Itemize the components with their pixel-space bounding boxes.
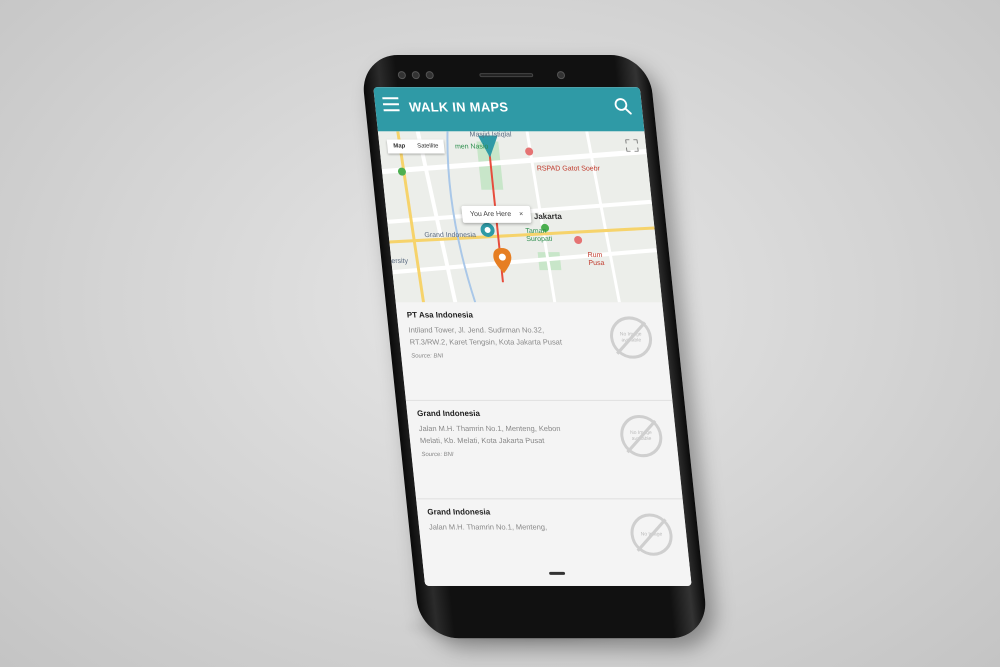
map-label-masjid: Masjid Istiqlal xyxy=(469,131,512,139)
front-camera xyxy=(556,71,566,80)
phone-screen: WALK IN MAPS Map Satellite Masjid Istiql… xyxy=(373,87,692,586)
fullscreen-icon[interactable] xyxy=(625,139,639,152)
sensor-dot xyxy=(411,71,421,80)
list-item[interactable]: PT Asa Indonesia Intiland Tower, Jl. Jen… xyxy=(395,302,673,401)
no-image-icon: No Image xyxy=(628,513,675,556)
home-button[interactable] xyxy=(548,571,566,575)
place-name: Grand Indonesia xyxy=(416,408,481,418)
bubble-text: You Are Here xyxy=(469,210,512,218)
sensor-dot xyxy=(425,71,435,80)
earpiece-speaker xyxy=(479,73,534,78)
places-list[interactable]: PT Asa Indonesia Intiland Tower, Jl. Jen… xyxy=(395,302,692,586)
app-bar: WALK IN MAPS xyxy=(373,87,645,132)
map-label-grand-indonesia: Grand Indonesia xyxy=(424,231,477,240)
place-name: Grand Indonesia xyxy=(426,507,491,517)
map-type-toggle: Map Satellite xyxy=(386,139,446,154)
tab-satellite[interactable]: Satellite xyxy=(411,139,446,153)
map-label-pusat: Pusa xyxy=(588,260,605,268)
no-image-icon: No Image available xyxy=(618,414,665,458)
map-label-suropati: Suropati xyxy=(526,235,553,244)
map-label-taman: Taman xyxy=(525,227,547,235)
map-view[interactable]: Map Satellite Masjid Istiqlal men Nasio … xyxy=(377,131,663,303)
place-address: Jalan M.H. Thamrin No.1, Menteng, Kebon … xyxy=(418,424,561,446)
map-label-rspad: RSPAD Gatot Soebr xyxy=(536,165,601,173)
tab-map[interactable]: Map xyxy=(387,139,412,153)
app-title: WALK IN MAPS xyxy=(408,99,510,115)
place-name: PT Asa Indonesia xyxy=(406,310,474,320)
place-address: Intiland Tower, Jl. Jend. Sudirman No.32… xyxy=(408,325,563,347)
top-bezel xyxy=(361,63,652,87)
list-item[interactable]: Grand Indonesia Jalan M.H. Thamrin No.1,… xyxy=(405,400,683,500)
system-nav-bar xyxy=(422,561,692,586)
map-label-nasional: men Nasio xyxy=(454,143,489,151)
no-image-icon: No Image available xyxy=(607,316,655,359)
map-label-rumah: Rum xyxy=(587,252,603,260)
phone-frame: WALK IN MAPS Map Satellite Masjid Istiql… xyxy=(360,55,710,639)
map-label-university: ersity xyxy=(391,258,409,266)
hamburger-menu-icon[interactable] xyxy=(382,97,400,112)
search-icon[interactable] xyxy=(613,97,633,115)
place-address: Jalan M.H. Thamrin No.1, Menteng, xyxy=(428,522,548,532)
map-label-jakarta: Jakarta xyxy=(533,211,563,221)
close-icon[interactable]: × xyxy=(519,211,524,218)
sensor-dot xyxy=(397,71,407,80)
you-are-here-bubble: You Are Here × xyxy=(461,205,533,223)
